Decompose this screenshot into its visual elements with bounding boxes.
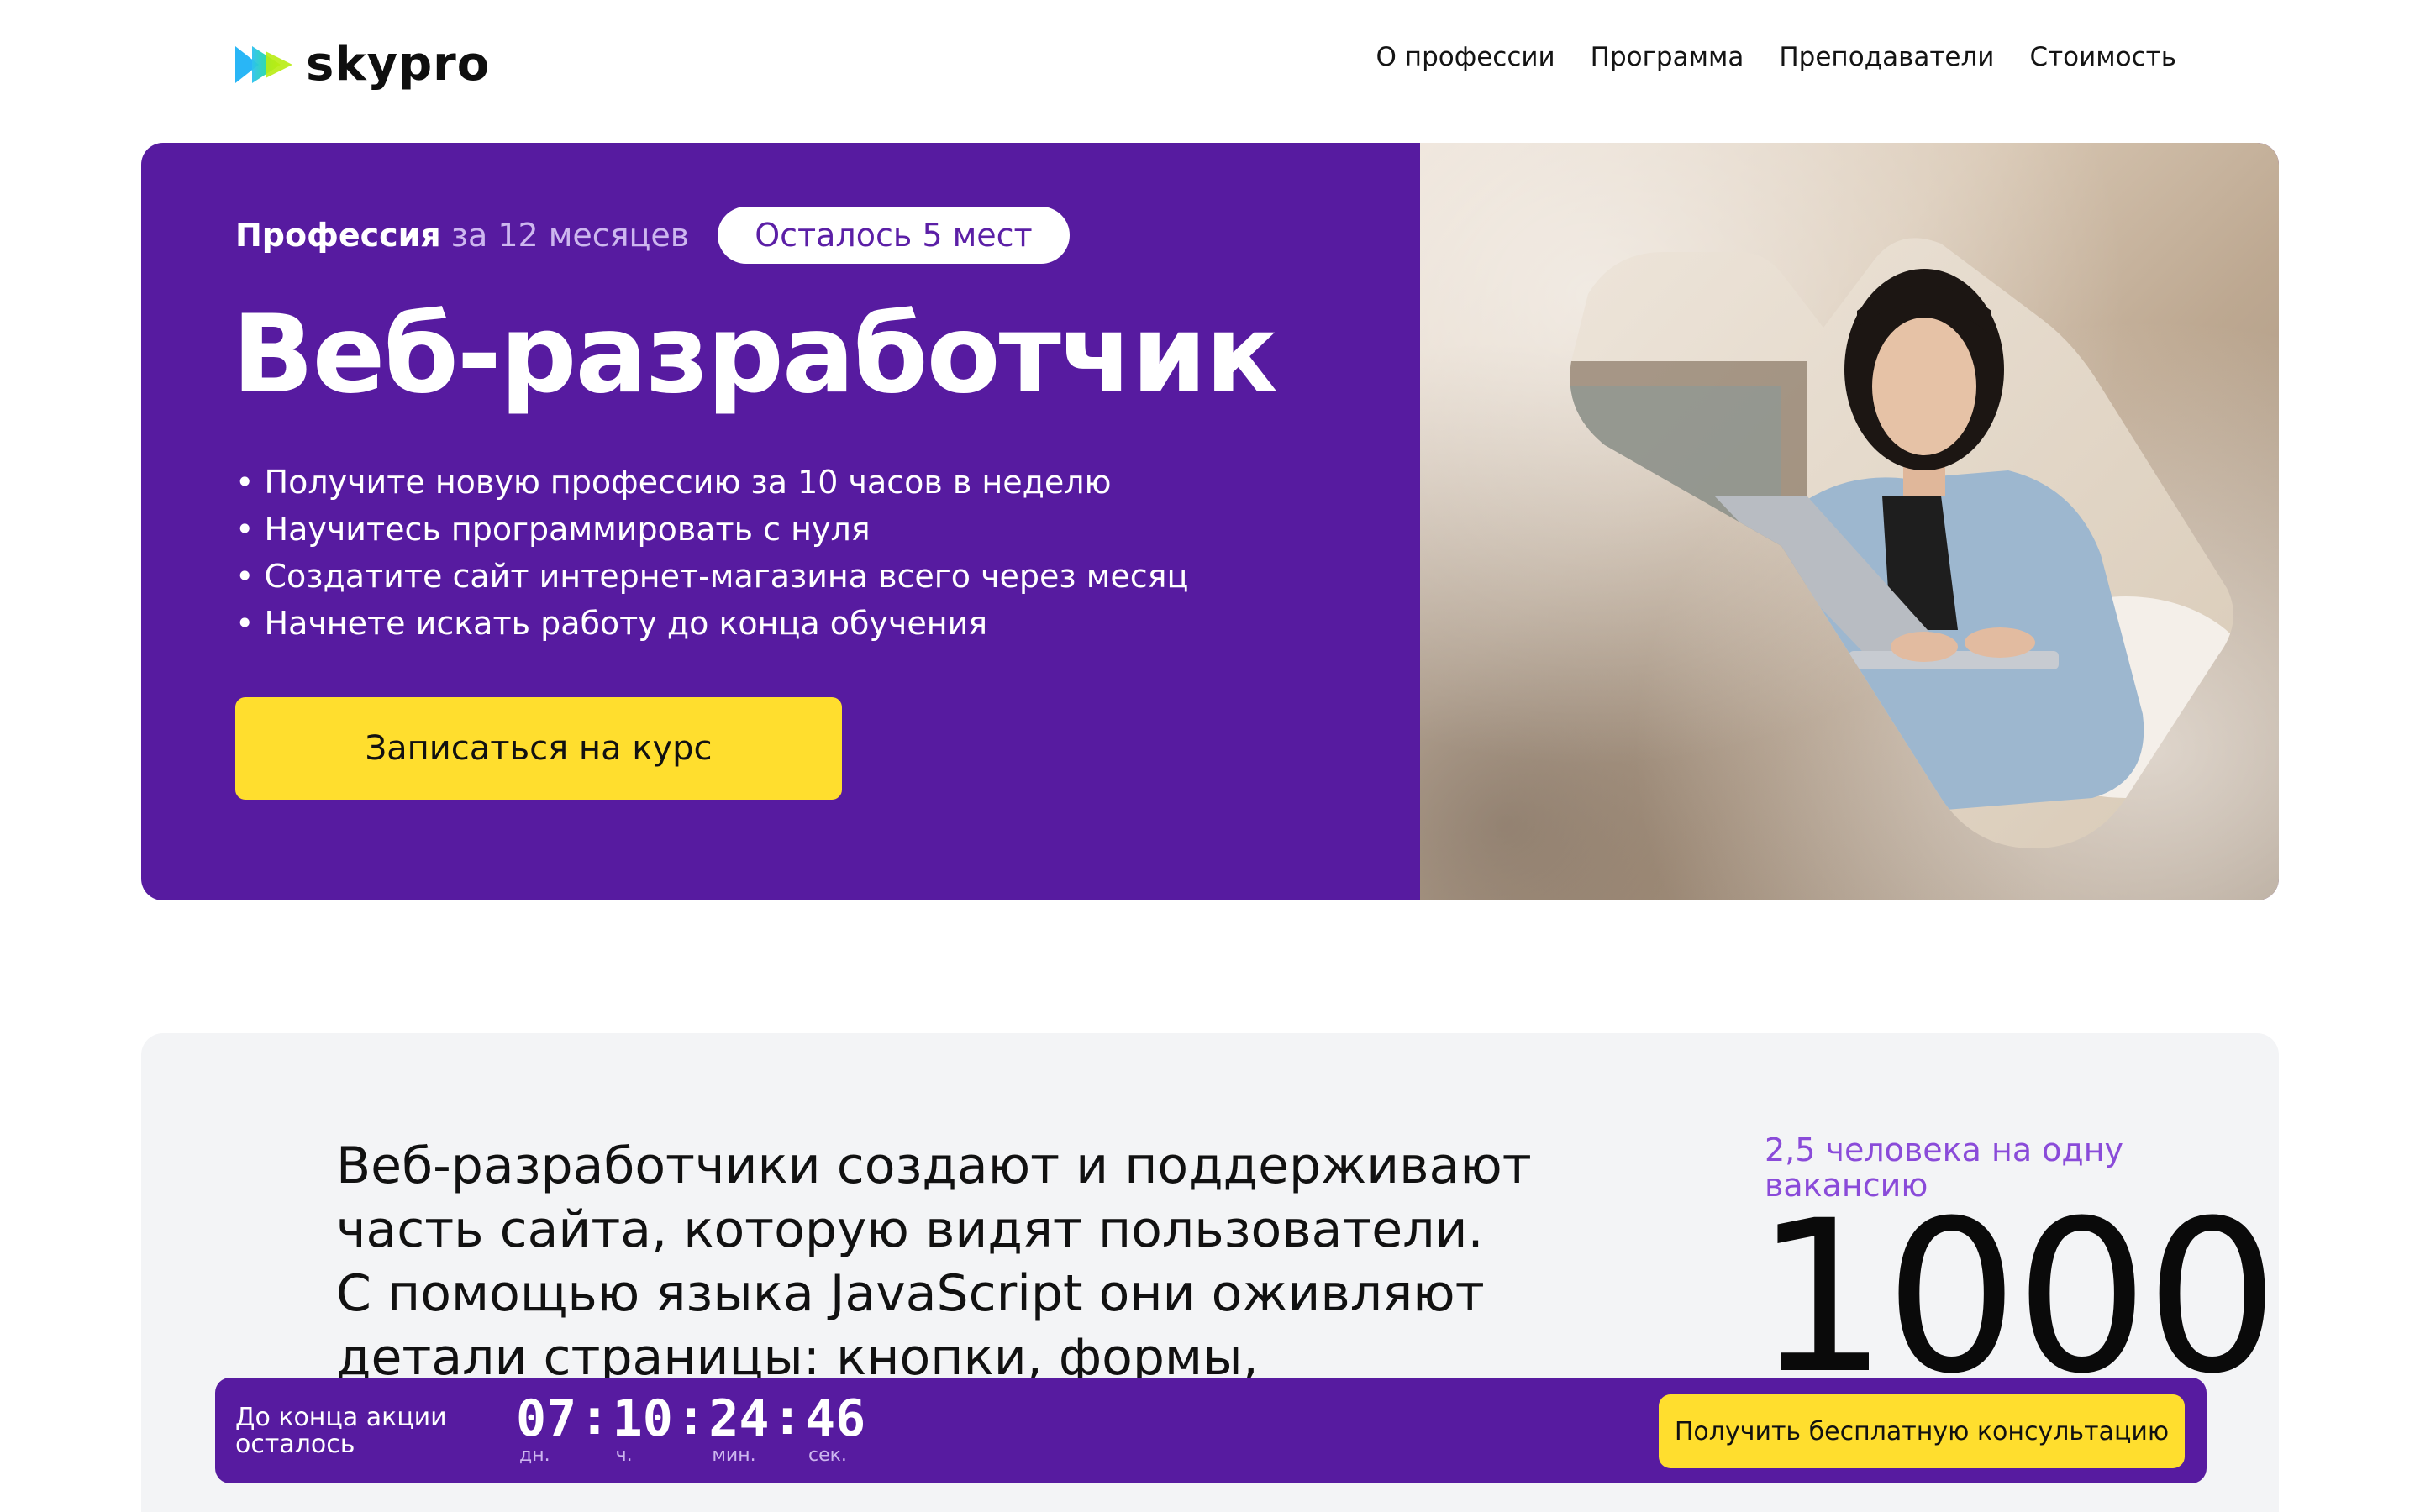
timer-separator: : [585,1391,604,1446]
main-nav: О профессии Программа Преподаватели Стои… [1376,42,2176,72]
profession-label: Профессия [235,217,441,254]
profession-duration: Профессия за 12 месяцев [235,217,689,254]
benefits-list: Получите новую профессию за 10 часов в н… [235,459,1189,647]
timer-days: 07 дн. [516,1393,576,1466]
benefit-item: Создатите сайт интернет-магазина всего ч… [235,553,1189,600]
hero-title: Веб-разработчик [232,292,1278,417]
minutes-value: 24 [708,1389,770,1448]
seconds-label: сек. [808,1445,847,1466]
stat-value: 1000 [1754,1175,2279,1420]
benefit-item: Получите новую профессию за 10 часов в н… [235,459,1188,506]
timer-seconds: 46 сек. [805,1393,865,1466]
seconds-value: 46 [804,1389,866,1448]
enroll-button[interactable]: Записаться на курс [235,697,842,800]
hours-value: 10 [612,1389,673,1448]
logo-text: skypro [306,37,491,92]
hero-photo [1420,143,2279,900]
skypro-logo[interactable]: skypro [234,37,490,92]
free-consultation-button[interactable]: Получить бесплатную консультацию [1659,1394,2185,1468]
timer-hours: 10 ч. [613,1393,673,1466]
description-line: часть сайта, которую видят пользователи. [336,1200,1484,1259]
description-line: Веб-разработчики создают и поддерживают [336,1137,1532,1195]
seats-left-badge: Осталось 5 мест [718,207,1070,264]
timer-minutes: 24 мин. [708,1393,769,1466]
hours-label: ч. [615,1445,633,1466]
countdown-timer: 07 дн. : 10 ч. : 24 мин. : 46 сек. [516,1391,865,1467]
minutes-label: мин. [712,1445,756,1466]
benefit-item: Начнете искать работу до конца обучения [235,600,1188,647]
person-with-laptop-photo [1570,238,2234,849]
timer-separator: : [777,1391,797,1446]
duration-label: за 12 месяцев [440,217,690,254]
countdown-label-line: осталось [235,1430,355,1459]
hero-meta: Профессия за 12 месяцев Осталось 5 мест [235,207,1070,264]
countdown-label: До конца акции осталось [235,1404,447,1458]
promo-countdown-bar: До конца акции осталось 07 дн. : 10 ч. :… [215,1378,2207,1483]
days-label: дн. [519,1445,550,1466]
nav-price[interactable]: Стоимость [2029,42,2176,72]
benefit-item: Научитесь программировать с нуля [235,506,1188,553]
logo-icon [235,45,292,83]
nav-teachers[interactable]: Преподаватели [1779,42,1994,72]
days-value: 07 [516,1389,577,1448]
countdown-label-line: До конца акции [235,1403,447,1432]
hero-content: Профессия за 12 месяцев Осталось 5 мест … [141,143,1420,900]
hero-banner: Профессия за 12 месяцев Осталось 5 мест … [141,143,2279,900]
site-header: skypro О профессии Программа Преподавате… [0,0,2420,126]
nav-program[interactable]: Программа [1591,42,1744,72]
timer-separator: : [681,1391,701,1446]
description-line: С помощью языка JavaScript они оживляют [336,1264,1485,1323]
nav-about-profession[interactable]: О профессии [1376,42,1555,72]
